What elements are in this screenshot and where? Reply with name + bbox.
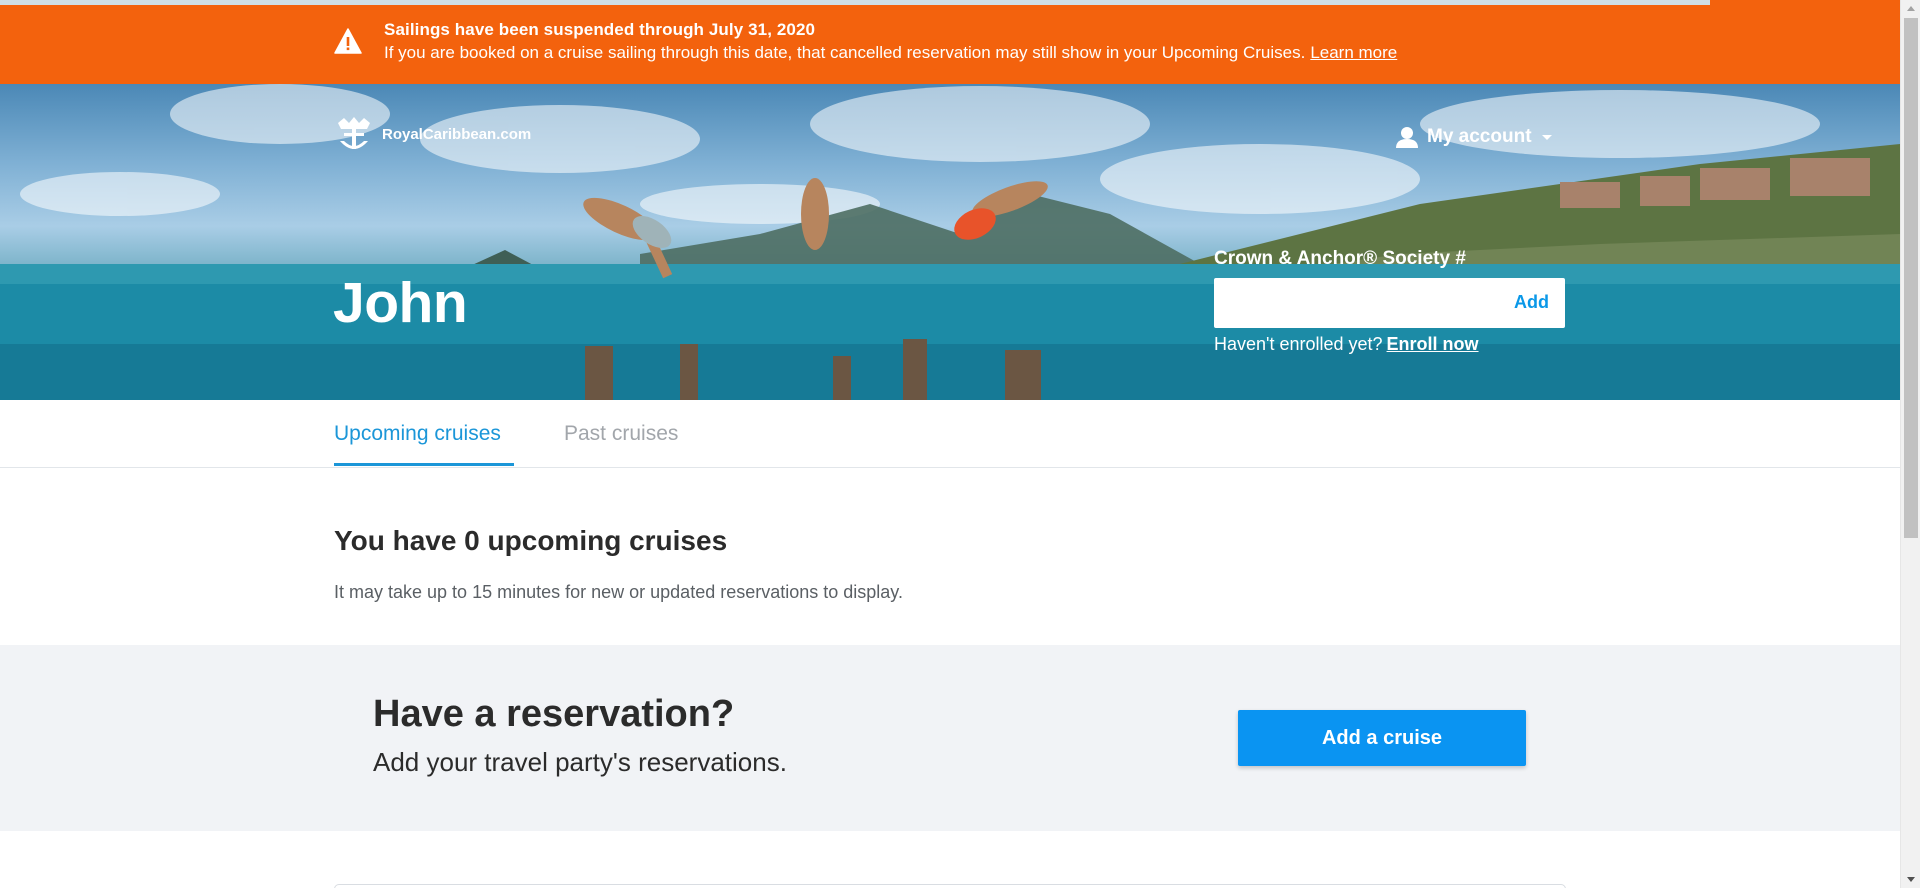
page-load-strip (0, 0, 1710, 5)
chevron-down-icon (1541, 134, 1552, 140)
scroll-up-arrow-icon[interactable] (1907, 6, 1915, 11)
tab-upcoming-cruises[interactable]: Upcoming cruises (334, 422, 501, 446)
alert-message: If you are booked on a cruise sailing th… (384, 43, 1397, 63)
scrollbar-thumb[interactable] (1904, 18, 1918, 538)
page-scrollbar[interactable] (1900, 0, 1920, 888)
my-account-menu[interactable]: My account (1395, 126, 1552, 148)
add-cruise-button[interactable]: Add a cruise (1238, 710, 1526, 766)
society-number-input[interactable] (1226, 288, 1486, 318)
user-greeting-name: John (333, 271, 468, 335)
upcoming-cruises-note: It may take up to 15 minutes for new or … (334, 582, 903, 602)
page: Sailings have been suspended through Jul… (0, 0, 1900, 888)
royal-caribbean-logo-icon[interactable] (334, 115, 374, 155)
reservation-subtitle: Add your travel party's reservations. (373, 747, 787, 777)
upcoming-cruises-heading: You have 0 upcoming cruises (334, 525, 728, 556)
user-icon (1396, 127, 1418, 148)
enroll-prompt: Haven't enrolled yet? Enroll now (1214, 334, 1479, 355)
active-tab-indicator (334, 463, 514, 466)
warning-icon (334, 28, 362, 54)
society-number-field: Add (1214, 278, 1565, 328)
hero-photo (0, 84, 1900, 400)
learn-more-link[interactable]: Learn more (1310, 43, 1397, 62)
next-section-card (334, 884, 1566, 888)
society-number-label: Crown & Anchor® Society # (1214, 248, 1466, 269)
reservation-heading: Have a reservation? (373, 693, 735, 735)
alert-banner: Sailings have been suspended through Jul… (0, 0, 1900, 84)
society-add-button[interactable]: Add (1514, 292, 1549, 313)
tab-past-cruises[interactable]: Past cruises (564, 422, 678, 446)
hero-banner: RoyalCaribbean.com My account John Crown… (0, 84, 1900, 400)
cruise-tabs: Upcoming cruises Past cruises (0, 400, 1900, 468)
alert-title: Sailings have been suspended through Jul… (384, 20, 816, 39)
scroll-down-arrow-icon[interactable] (1907, 877, 1915, 882)
brand-name[interactable]: RoyalCaribbean.com (382, 126, 531, 143)
alert-message-text: If you are booked on a cruise sailing th… (384, 43, 1306, 62)
enroll-prompt-text: Haven't enrolled yet? (1214, 334, 1383, 354)
enroll-now-link[interactable]: Enroll now (1387, 334, 1479, 354)
my-account-label: My account (1427, 126, 1532, 147)
reservation-section: Have a reservation? Add your travel part… (0, 645, 1900, 831)
